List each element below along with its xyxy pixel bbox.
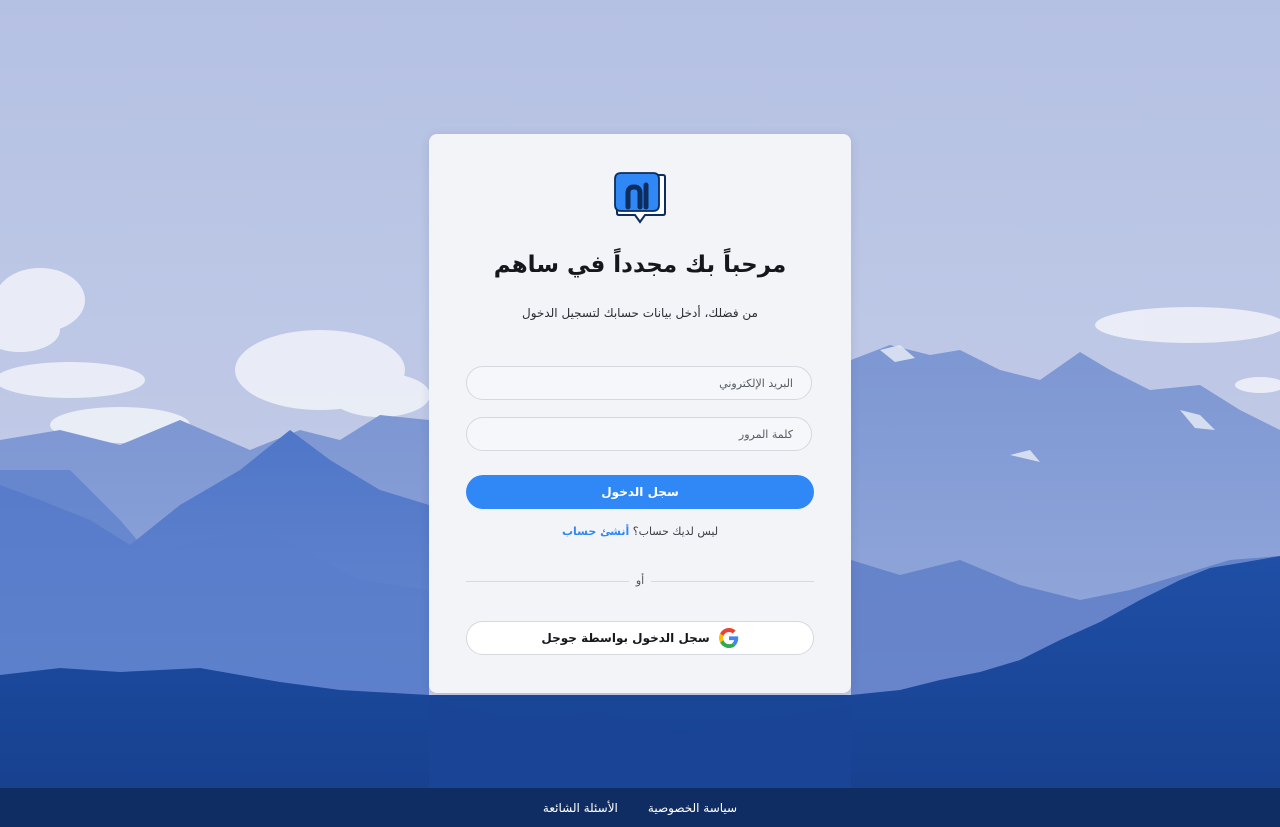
password-field-container xyxy=(466,417,812,451)
login-card: مرحباً بك مجدداً في ساهم من فضلك، أدخل ب… xyxy=(429,134,851,693)
login-button[interactable]: سجل الدخول xyxy=(466,475,814,509)
signup-prompt: ليس لديك حساب؟ أنشئ حساب xyxy=(429,525,851,538)
google-login-button[interactable]: سجل الدخول بواسطة جوجل xyxy=(466,621,814,655)
divider-label: أو xyxy=(629,573,651,589)
page-title: مرحباً بك مجدداً في ساهم xyxy=(493,252,787,278)
page-subtitle: من فضلك، أدخل بيانات حسابك لتسجيل الدخول xyxy=(522,306,758,320)
logo-icon xyxy=(614,172,666,224)
privacy-policy-link[interactable]: سياسة الخصوصية xyxy=(648,801,737,815)
signup-prompt-text: ليس لديك حساب؟ xyxy=(632,525,719,538)
footer: سياسة الخصوصية الأسئلة الشائعة xyxy=(0,788,1280,827)
password-input[interactable] xyxy=(467,418,811,450)
email-field-container xyxy=(466,366,812,400)
create-account-link[interactable]: أنشئ حساب xyxy=(562,525,629,538)
faq-link[interactable]: الأسئلة الشائعة xyxy=(543,801,618,815)
google-icon xyxy=(718,628,738,648)
email-input[interactable] xyxy=(467,367,811,399)
google-login-label: سجل الدخول بواسطة جوجل xyxy=(541,631,710,645)
